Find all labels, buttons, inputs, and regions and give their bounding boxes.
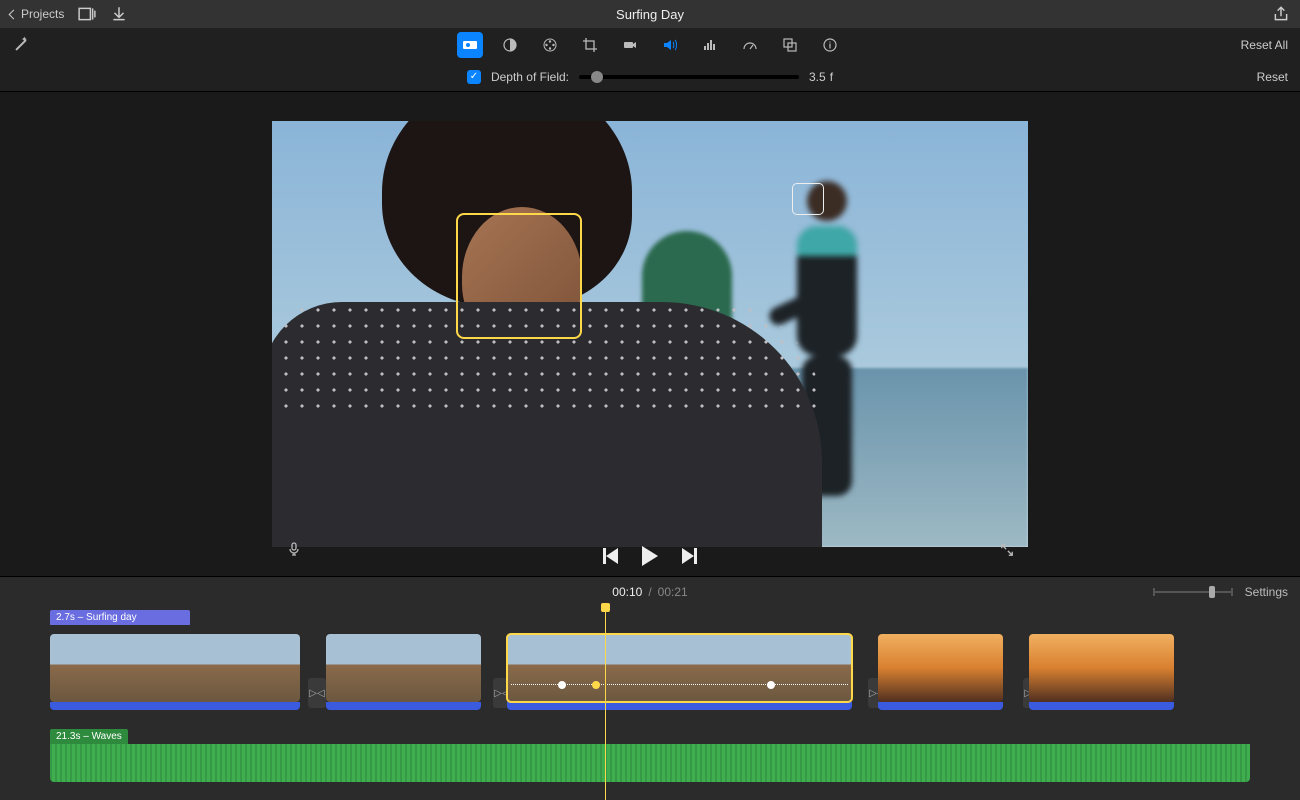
magic-wand-button[interactable] [12, 36, 30, 54]
volume-tool[interactable] [657, 32, 683, 58]
next-button[interactable] [682, 548, 697, 564]
video-clip[interactable] [878, 634, 1003, 710]
speed-tool[interactable] [737, 32, 763, 58]
preview-canvas[interactable] [272, 121, 1028, 547]
chevron-left-icon [9, 9, 19, 19]
transition-icon[interactable]: ▷◁ [308, 678, 326, 708]
project-title: Surfing Day [616, 7, 684, 22]
current-time: 00:10 [612, 585, 642, 599]
video-clip[interactable] [1029, 634, 1174, 710]
depth-of-field-row: ✓ Depth of Field: 3.5 f Reset [0, 62, 1300, 92]
inspector-toolbar: Reset All [0, 28, 1300, 62]
depth-of-field-unit: f [830, 70, 833, 84]
cinematic-tool[interactable] [457, 32, 483, 58]
crop-tool[interactable] [577, 32, 603, 58]
eq-tool[interactable] [697, 32, 723, 58]
video-track: ▷◁ ▷◁ ▷◁ ▷◁ [50, 634, 1250, 710]
play-button[interactable] [642, 546, 658, 566]
depth-of-field-slider[interactable] [579, 75, 799, 79]
reset-button[interactable]: Reset [1257, 70, 1288, 84]
timeline[interactable]: 2.7s – Surfing day ▷◁ ▷◁ ▷◁ ▷◁ 21.3s – W… [0, 606, 1300, 800]
overlay-tool[interactable] [777, 32, 803, 58]
audio-track: 21.3s – Waves [50, 726, 1250, 782]
depth-of-field-checkbox[interactable]: ✓ [467, 70, 481, 84]
settings-button[interactable]: Settings [1245, 585, 1288, 599]
title-bar: Projects Surfing Day [0, 0, 1300, 28]
filter-tool[interactable] [497, 32, 523, 58]
audio-clip[interactable] [50, 744, 1250, 782]
primary-focus-box[interactable] [456, 213, 582, 339]
depth-of-field-value: 3.5 [809, 70, 826, 84]
previous-button[interactable] [603, 548, 618, 564]
reset-all-button[interactable]: Reset All [1241, 38, 1288, 52]
fullscreen-button[interactable] [1000, 543, 1014, 562]
secondary-focus-box[interactable] [792, 183, 824, 215]
video-clip[interactable] [50, 634, 300, 710]
audio-clip-label: 21.3s – Waves [50, 729, 128, 744]
color-tool[interactable] [537, 32, 563, 58]
time-sep: / [648, 585, 651, 599]
info-tool[interactable] [817, 32, 843, 58]
stabilize-tool[interactable] [617, 32, 643, 58]
video-clip[interactable] [326, 634, 481, 710]
back-to-projects-button[interactable]: Projects [10, 7, 64, 21]
import-button[interactable] [110, 5, 128, 23]
viewer [0, 92, 1300, 576]
depth-of-field-label: Depth of Field: [491, 70, 569, 84]
media-library-button[interactable] [78, 5, 96, 23]
share-button[interactable] [1272, 5, 1290, 23]
total-time: 00:21 [658, 585, 688, 599]
zoom-slider[interactable] [1153, 591, 1233, 593]
back-label: Projects [21, 7, 64, 21]
time-header: 00:10 / 00:21 Settings [0, 576, 1300, 606]
video-clip-selected[interactable] [507, 634, 852, 710]
transport-controls [0, 546, 1300, 566]
clip-label: 2.7s – Surfing day [50, 610, 190, 625]
playhead[interactable] [605, 606, 606, 800]
